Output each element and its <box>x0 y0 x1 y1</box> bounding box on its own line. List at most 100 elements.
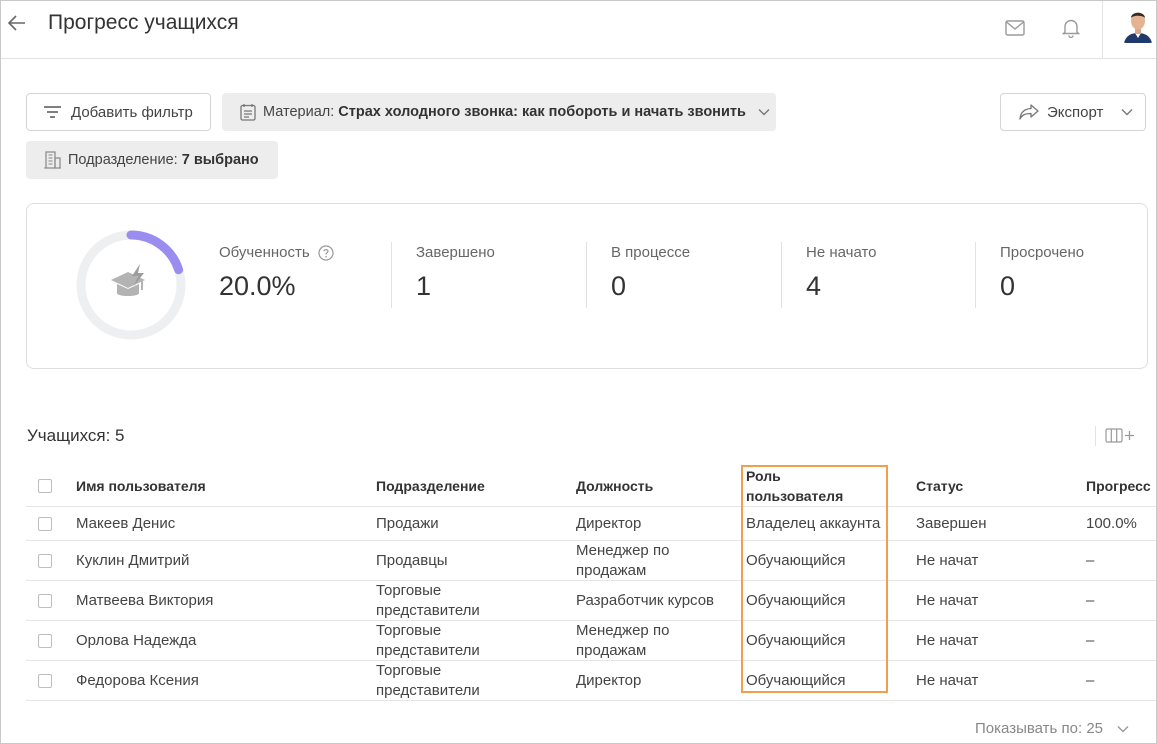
stat-divider <box>586 242 587 308</box>
cell-position: Менеджер по продажам <box>576 541 669 581</box>
header-name[interactable]: Имя пользователя <box>76 476 206 496</box>
table-row[interactable]: Куклин Дмитрий Продавцы Менеджер по прод… <box>26 541 1156 581</box>
cell-progress: – <box>1086 672 1095 689</box>
stat-divider <box>975 242 976 308</box>
chevron-down-icon <box>1121 108 1133 116</box>
columns-add-icon[interactable] <box>1105 427 1137 448</box>
stat-divider <box>391 242 392 308</box>
stat-label: В процессе <box>611 244 691 261</box>
table-row[interactable]: Макеев Денис Продажи Директор Владелец а… <box>26 507 1156 541</box>
chevron-down-icon <box>1117 725 1129 733</box>
select-all-checkbox[interactable] <box>38 479 52 493</box>
stat-not-started: Не начато 4 <box>806 244 877 302</box>
header-divider <box>1102 1 1103 59</box>
cell-status: Не начат <box>916 632 979 649</box>
cell-position: Директор <box>576 672 642 689</box>
table-row[interactable]: Федорова Ксения Торговые представители Д… <box>26 661 1156 701</box>
table-row[interactable]: Орлова Надежда Торговые представители Ме… <box>26 621 1156 661</box>
help-icon[interactable] <box>318 244 334 261</box>
filter-icon <box>44 106 61 118</box>
cell-progress: – <box>1086 592 1095 609</box>
table-header-row: Имя пользователя Подразделение Должность… <box>26 466 1156 507</box>
header-status[interactable]: Статус <box>916 476 963 496</box>
stat-label: Просрочено <box>1000 244 1085 261</box>
cell-department-line1: Торговые <box>376 662 442 679</box>
avatar[interactable] <box>1122 7 1154 43</box>
progress-donut <box>74 228 188 342</box>
stat-value: 0 <box>1000 271 1016 301</box>
department-filter-chip[interactable]: Подразделение: 7 выбрано <box>26 141 278 179</box>
cell-progress: – <box>1086 552 1095 569</box>
stats-card: Обученность 20.0% Завершено 1 В процессе… <box>26 203 1148 369</box>
cell-name: Федорова Ксения <box>76 672 199 689</box>
department-filter-prefix: Подразделение: <box>68 152 182 168</box>
cell-department-line1: Торговые <box>376 582 442 599</box>
cell-progress: – <box>1086 632 1095 649</box>
header-department[interactable]: Подразделение <box>376 476 485 496</box>
department-filter-value: 7 выбрано <box>181 152 259 168</box>
material-filter-chip[interactable]: Материал: Страх холодного звонка: как по… <box>222 93 776 131</box>
toolbar-divider <box>1095 426 1096 446</box>
cell-position-line2: продажам <box>576 562 647 579</box>
stat-completed: Завершено 1 <box>416 244 495 302</box>
stat-value: 4 <box>806 271 822 301</box>
cell-department: Продажи <box>376 515 439 532</box>
cell-department: Продавцы <box>376 552 448 569</box>
graduation-cap-icon <box>111 264 145 296</box>
top-bar: Прогресс учащихся <box>1 1 1156 59</box>
add-filter-label: Добавить фильтр <box>71 103 193 121</box>
stat-in-progress: В процессе 0 <box>611 244 690 302</box>
row-checkbox[interactable] <box>38 554 52 568</box>
cell-department-line2: представители <box>376 682 480 699</box>
cell-name: Макеев Денис <box>76 515 176 532</box>
material-filter-prefix: Материал: <box>263 104 339 120</box>
export-button[interactable]: Экспорт <box>1000 93 1146 131</box>
header-position[interactable]: Должность <box>576 476 653 496</box>
calendar-icon <box>240 103 256 121</box>
cell-status: Завершен <box>916 515 987 532</box>
cell-position: Разработчик курсов <box>576 592 715 609</box>
cell-position: Менеджер по продажам <box>576 621 669 661</box>
cell-position-line2: продажам <box>576 642 647 659</box>
cell-name: Куклин Дмитрий <box>76 552 190 569</box>
cell-position-line1: Менеджер по <box>576 622 670 639</box>
row-checkbox[interactable] <box>38 517 52 531</box>
cell-name: Матвеева Виктория <box>76 592 214 609</box>
page-size-selector[interactable]: Показывать по: 25 <box>975 720 1129 737</box>
export-label: Экспорт <box>1047 103 1104 121</box>
page-size-label: Показывать по: 25 <box>975 720 1103 737</box>
stat-label: Завершено <box>416 244 495 261</box>
cell-name: Орлова Надежда <box>76 632 197 649</box>
chevron-down-icon <box>758 108 770 116</box>
stat-overdue: Просрочено 0 <box>1000 244 1084 302</box>
cell-department: Торговые представители <box>376 621 480 661</box>
building-icon <box>43 151 62 169</box>
cell-status: Не начат <box>916 672 979 689</box>
stat-value: 20.0% <box>219 271 296 301</box>
learners-count: Учащихся: 5 <box>27 426 125 445</box>
back-arrow-icon[interactable] <box>5 11 29 35</box>
cell-progress: 100.0% <box>1086 515 1137 532</box>
stat-trained: Обученность 20.0% <box>219 244 334 302</box>
stat-label: Не начато <box>806 244 877 261</box>
role-column-highlight <box>741 465 888 693</box>
page-title: Прогресс учащихся <box>48 11 239 34</box>
cell-department: Торговые представители <box>376 581 480 621</box>
add-filter-button[interactable]: Добавить фильтр <box>26 93 211 131</box>
cell-position: Директор <box>576 515 642 532</box>
share-icon <box>1019 104 1039 120</box>
cell-department: Торговые представители <box>376 661 480 701</box>
cell-department-line1: Торговые <box>376 622 442 639</box>
cell-status: Не начат <box>916 592 979 609</box>
bell-icon[interactable] <box>1060 17 1082 39</box>
mail-icon[interactable] <box>1004 17 1026 39</box>
row-checkbox[interactable] <box>38 594 52 608</box>
table-row[interactable]: Матвеева Виктория Торговые представители… <box>26 581 1156 621</box>
stat-value: 0 <box>611 271 627 301</box>
stat-divider <box>781 242 782 308</box>
row-checkbox[interactable] <box>38 674 52 688</box>
stat-value: 1 <box>416 271 432 301</box>
cell-position-line1: Менеджер по <box>576 542 670 559</box>
row-checkbox[interactable] <box>38 634 52 648</box>
header-progress[interactable]: Прогресс <box>1086 476 1151 496</box>
